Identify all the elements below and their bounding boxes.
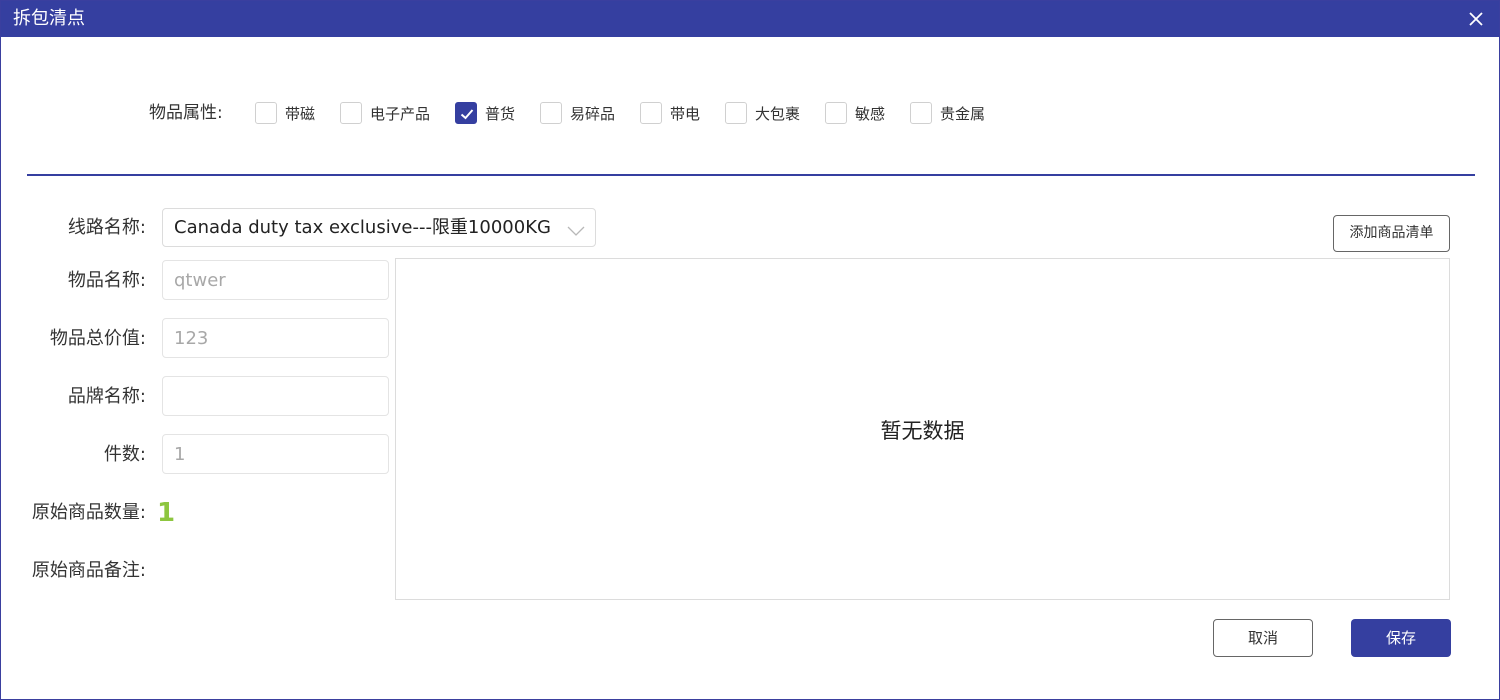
route-name-value: Canada duty tax exclusive---限重10000KG [174, 217, 551, 238]
brand-name-label: 品牌名称: [67, 386, 146, 407]
checkbox-box[interactable] [725, 102, 747, 124]
checkbox-box[interactable] [540, 102, 562, 124]
original-qty-label: 原始商品数量: [31, 502, 146, 523]
checkbox-label: 大包裹 [755, 104, 801, 123]
original-qty-value: 1 [157, 498, 176, 528]
save-button[interactable]: 保存 [1351, 619, 1451, 657]
checkbox-box[interactable] [910, 102, 932, 124]
section-divider [27, 174, 1475, 176]
route-name-select[interactable]: Canada duty tax exclusive---限重10000KG [162, 208, 596, 247]
empty-state-text: 暂无数据 [880, 419, 965, 443]
checkbox-sensitive[interactable]: 敏感 [825, 101, 885, 125]
total-value-input[interactable]: 123 [162, 318, 389, 358]
dialog-titlebar: 拆包清点 [1, 1, 1499, 37]
item-attributes-label: 物品属性: [149, 103, 223, 123]
item-name-value: qtwer [174, 270, 226, 291]
pieces-label: 件数: [103, 444, 146, 465]
dialog-title: 拆包清点 [13, 8, 85, 29]
pieces-input[interactable]: 1 [162, 434, 389, 474]
chevron-down-icon[interactable] [567, 222, 585, 241]
checkbox-electronics[interactable]: 电子产品 [340, 101, 430, 125]
item-name-input[interactable]: qtwer [162, 260, 389, 300]
route-name-label: 线路名称: [67, 217, 146, 238]
checkbox-box[interactable] [825, 102, 847, 124]
checkbox-battery[interactable]: 带电 [640, 101, 700, 125]
checkbox-magnetic[interactable]: 带磁 [255, 101, 315, 125]
brand-name-input[interactable] [162, 376, 389, 416]
item-name-label: 物品名称: [67, 270, 146, 291]
checkbox-box-checked[interactable] [455, 102, 477, 124]
checkbox-box[interactable] [340, 102, 362, 124]
pieces-value: 1 [174, 444, 186, 465]
checkbox-label: 电子产品 [370, 104, 431, 123]
checkbox-box[interactable] [255, 102, 277, 124]
checkbox-general-cargo[interactable]: 普货 [455, 101, 515, 125]
checkbox-label: 贵金属 [940, 104, 986, 123]
checkbox-label: 敏感 [855, 104, 886, 123]
goods-list-table: 暂无数据 [395, 258, 1450, 600]
checkbox-label: 带电 [670, 104, 701, 123]
checkbox-precious-metal[interactable]: 贵金属 [910, 101, 985, 125]
original-note-label: 原始商品备注: [31, 560, 146, 581]
add-goods-list-button[interactable]: 添加商品清单 [1333, 215, 1450, 252]
checkbox-label: 易碎品 [570, 104, 616, 123]
checkmark-icon [460, 109, 474, 120]
total-value-value: 123 [174, 328, 209, 349]
checkbox-box[interactable] [640, 102, 662, 124]
checkbox-label: 普货 [485, 104, 516, 123]
checkbox-label: 带磁 [285, 104, 316, 123]
checkbox-large-parcel[interactable]: 大包裹 [725, 101, 800, 125]
unpack-count-dialog: 拆包清点 物品属性: 带磁 电子产品 普货 易碎品 带电 大包裹 敏感 贵金属 [0, 0, 1500, 700]
close-icon[interactable] [1467, 10, 1485, 28]
checkbox-fragile[interactable]: 易碎品 [540, 101, 615, 125]
total-value-label: 物品总价值: [49, 328, 146, 349]
cancel-button[interactable]: 取消 [1213, 619, 1313, 657]
